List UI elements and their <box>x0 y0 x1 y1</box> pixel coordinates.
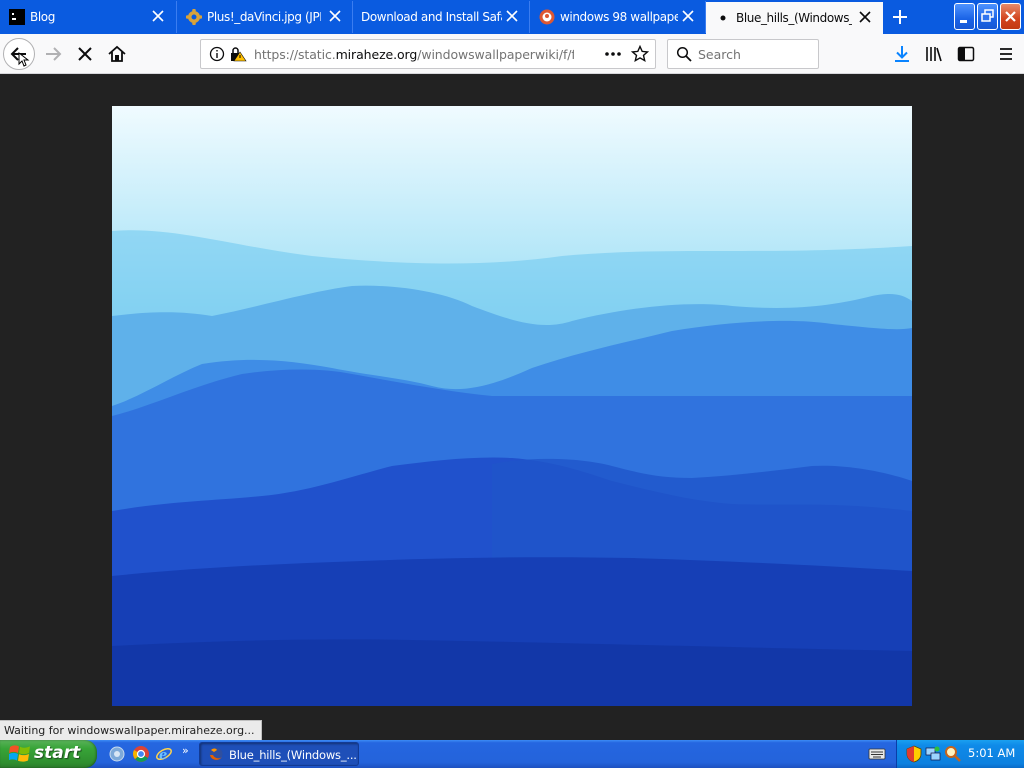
search-box[interactable]: Search <box>667 39 819 69</box>
url-bar[interactable]: https://static.miraheze.org/windowswallp… <box>200 39 656 69</box>
library-icon[interactable] <box>924 44 944 64</box>
internet-explorer-icon[interactable]: e <box>155 745 173 763</box>
start-button[interactable]: start <box>0 740 97 768</box>
navigation-toolbar: https://static.miraheze.org/windowswallp… <box>0 34 1024 74</box>
stop-icon <box>78 47 92 61</box>
info-icon[interactable] <box>209 46 225 62</box>
network-icon[interactable] <box>925 745 941 763</box>
tab-blog[interactable]: Blog <box>0 1 177 33</box>
blue-hills-image-art <box>112 106 912 706</box>
tab-title: Plus!_daVinci.jpg (JPEG <box>207 10 321 24</box>
taskbar-window-label: Blue_hills_(Windows_... <box>229 748 357 762</box>
chrome-icon[interactable] <box>132 745 150 763</box>
forward-arrow-icon <box>46 47 62 61</box>
page-actions-icon[interactable] <box>603 46 623 62</box>
tab-windows98[interactable]: windows 98 wallpaper a <box>530 1 706 33</box>
close-icon[interactable] <box>328 9 342 23</box>
forward-button[interactable] <box>37 38 69 70</box>
blue-hills-wallpaper-image[interactable] <box>112 106 912 706</box>
search-icon <box>676 46 692 62</box>
close-window-button[interactable] <box>1000 3 1021 30</box>
minimize-button[interactable] <box>954 3 975 30</box>
close-icon[interactable] <box>858 10 872 24</box>
url-domain: miraheze.org <box>335 47 418 62</box>
restore-button[interactable] <box>977 3 998 30</box>
tab-title: Blog <box>30 10 55 24</box>
firefox-icon <box>209 747 223 761</box>
back-button[interactable] <box>3 38 35 70</box>
tab-safari[interactable]: Download and Install Safari f <box>353 1 530 33</box>
tab-title: windows 98 wallpaper a <box>560 10 678 24</box>
restore-icon <box>981 9 994 22</box>
close-icon[interactable] <box>505 9 519 23</box>
close-icon[interactable] <box>151 9 165 23</box>
url-path: /windowswallpaperwiki/f/f7 <box>417 47 574 62</box>
taskbar: start e » Blue_hills_(Windows_... 5:01 A… <box>0 740 1024 768</box>
tab-title: Download and Install Safari f <box>361 10 502 24</box>
new-tab-icon[interactable] <box>884 1 916 33</box>
url-text[interactable]: https://static.miraheze.org/windowswallp… <box>254 47 574 62</box>
tab-davinci[interactable]: Plus!_daVinci.jpg (JPEG <box>177 1 353 33</box>
tab-strip: Blog Plus!_daVinci.jpg (JPEG Download an… <box>0 0 1024 34</box>
bookmark-star-icon[interactable] <box>631 45 649 63</box>
status-bar-text: Waiting for windowswallpaper.miraheze.or… <box>0 720 262 740</box>
home-icon <box>108 45 126 62</box>
taskbar-window-button[interactable]: Blue_hills_(Windows_... <box>199 742 359 766</box>
back-arrow-icon <box>10 47 30 67</box>
start-label: start <box>34 743 81 763</box>
menu-hamburger-icon[interactable] <box>996 44 1016 64</box>
svg-text:e: e <box>159 748 167 763</box>
home-button[interactable] <box>101 38 133 70</box>
show-desktop-icon[interactable] <box>108 745 126 763</box>
system-tray: 5:01 AM <box>896 740 1024 768</box>
minimize-icon <box>960 20 967 23</box>
keyboard-icon[interactable] <box>868 747 886 761</box>
close-icon[interactable] <box>681 9 695 23</box>
close-window-icon <box>1005 11 1016 22</box>
search-magnifier-icon[interactable] <box>944 745 962 763</box>
downloads-icon[interactable] <box>892 44 912 64</box>
duckduckgo-favicon-icon <box>539 9 555 25</box>
security-shield-icon[interactable] <box>906 745 922 763</box>
stop-button[interactable] <box>69 38 101 70</box>
tab-title: Blue_hills_(Windows_XP <box>736 11 852 25</box>
insecure-lock-icon[interactable] <box>229 46 247 62</box>
terminal-favicon-icon <box>9 9 25 25</box>
clock: 5:01 AM <box>968 746 1016 760</box>
search-placeholder: Search <box>698 47 741 62</box>
page-content <box>0 75 1024 740</box>
url-prefix: https://static. <box>254 47 336 62</box>
loading-dot-icon <box>720 15 726 21</box>
quicklaunch-chevron[interactable]: » <box>182 744 189 757</box>
tab-blue-hills[interactable]: Blue_hills_(Windows_XP <box>706 2 883 34</box>
gear-favicon-icon <box>186 9 202 25</box>
windows-logo-icon <box>9 745 30 762</box>
sidebar-icon[interactable] <box>956 44 976 64</box>
